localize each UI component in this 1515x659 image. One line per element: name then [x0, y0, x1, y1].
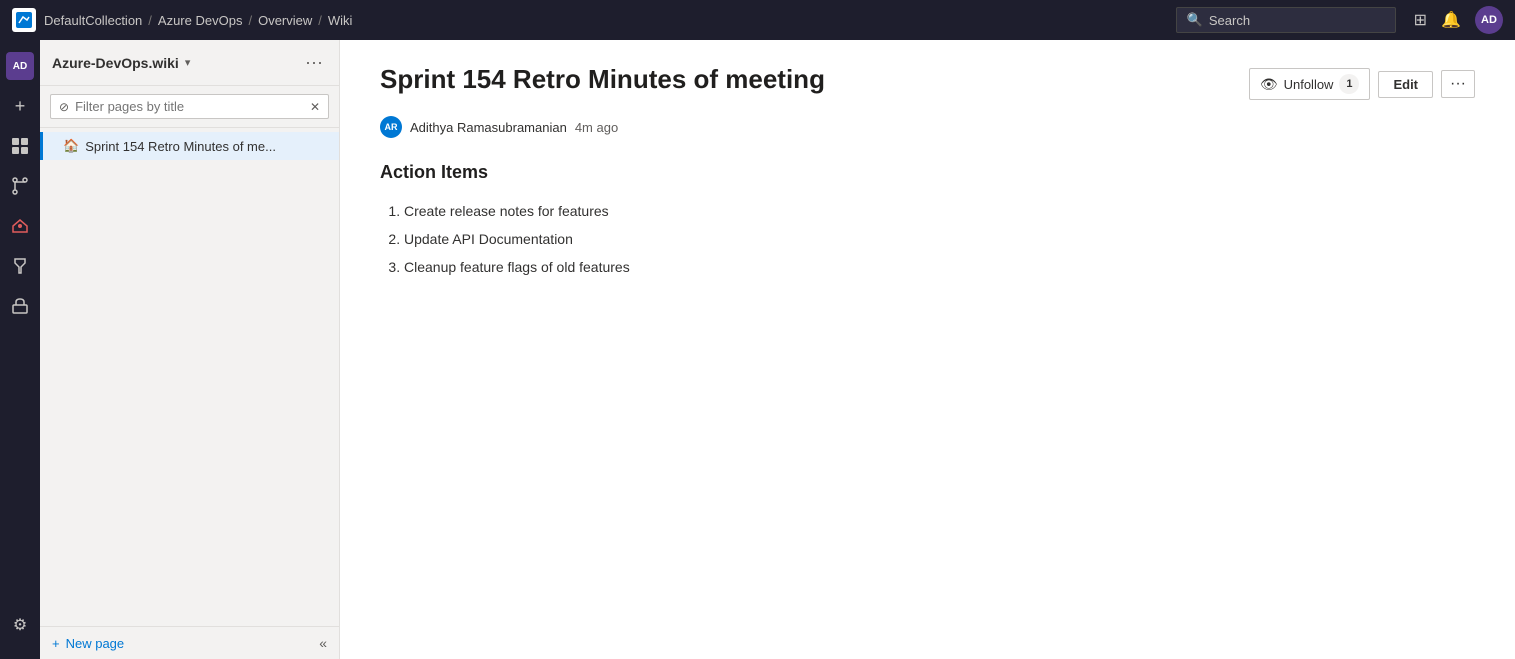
- tree-item-label: Sprint 154 Retro Minutes of me...: [85, 139, 276, 154]
- section-title: Action Items: [380, 162, 1475, 183]
- main-content: Sprint 154 Retro Minutes of meeting 👁 Un…: [340, 40, 1515, 659]
- rail-item-add[interactable]: +: [2, 88, 38, 124]
- rail-logo-ad: AD: [6, 52, 34, 80]
- collapse-sidebar-button[interactable]: «: [319, 635, 327, 651]
- edit-button[interactable]: Edit: [1378, 71, 1433, 98]
- wiki-title-row[interactable]: Azure-DevOps.wiki ▾: [52, 55, 190, 71]
- content-section: Action Items Create release notes for fe…: [380, 162, 1475, 281]
- list-item: Cleanup feature flags of old features: [404, 253, 1475, 281]
- list-item: Create release notes for features: [404, 197, 1475, 225]
- boards-icon: [11, 137, 29, 155]
- top-nav-icons: ⊞ 🔔 AD: [1414, 6, 1503, 34]
- testplans-icon: [11, 257, 29, 275]
- sidebar-footer: + New page «: [40, 626, 339, 659]
- tree-item-sprint[interactable]: 🏠 Sprint 154 Retro Minutes of me...: [40, 132, 339, 160]
- breadcrumb-overview[interactable]: Overview: [258, 13, 312, 28]
- search-placeholder: Search: [1209, 13, 1250, 28]
- wiki-chevron-icon: ▾: [185, 56, 191, 69]
- repos-icon: [11, 177, 29, 195]
- sidebar-header: Azure-DevOps.wiki ▾ ···: [40, 40, 339, 86]
- action-items-list: Create release notes for features Update…: [404, 197, 1475, 281]
- notification-icon[interactable]: 🔔: [1441, 10, 1461, 30]
- pipelines-icon: [11, 217, 29, 235]
- page-home-icon: 🏠: [63, 138, 79, 154]
- icon-rail: AD +: [0, 40, 40, 659]
- rail-item-repos[interactable]: [2, 168, 38, 204]
- rail-item-boards[interactable]: [2, 128, 38, 164]
- rail-item-artifacts[interactable]: [2, 288, 38, 324]
- breadcrumb: DefaultCollection / Azure DevOps / Overv…: [44, 13, 352, 28]
- rail-item-logo[interactable]: AD: [2, 48, 38, 84]
- list-item: Update API Documentation: [404, 225, 1475, 253]
- filter-pages-input[interactable]: [75, 99, 304, 114]
- filter-input-wrap[interactable]: ⊘ ✕: [50, 94, 329, 119]
- page-header-row: Sprint 154 Retro Minutes of meeting 👁 Un…: [380, 64, 1475, 100]
- main-layout: AD +: [0, 40, 1515, 659]
- follow-count-badge: 1: [1339, 74, 1359, 94]
- top-nav: DefaultCollection / Azure DevOps / Overv…: [0, 0, 1515, 40]
- unfollow-eye-icon: 👁: [1260, 76, 1278, 93]
- add-icon: +: [15, 96, 26, 117]
- page-title: Sprint 154 Retro Minutes of meeting: [380, 64, 825, 95]
- new-page-label: New page: [66, 636, 125, 651]
- rail-item-settings[interactable]: ⚙: [2, 607, 38, 643]
- time-ago: 4m ago: [575, 120, 618, 135]
- unfollow-button[interactable]: 👁 Unfollow 1: [1249, 68, 1371, 100]
- author-avatar: AR: [380, 116, 402, 138]
- breadcrumb-azure-devops[interactable]: Azure DevOps: [158, 13, 243, 28]
- breadcrumb-default-collection[interactable]: DefaultCollection: [44, 13, 142, 28]
- add-page-icon: +: [52, 636, 60, 651]
- grid-icon[interactable]: ⊞: [1414, 10, 1427, 30]
- author-name: Adithya Ramasubramanian: [410, 120, 567, 135]
- author-row: AR Adithya Ramasubramanian 4m ago: [380, 116, 1475, 138]
- rail-item-testplans[interactable]: [2, 248, 38, 284]
- filter-icon: ⊘: [59, 100, 69, 114]
- more-options-button[interactable]: ···: [1441, 70, 1475, 98]
- page-actions: 👁 Unfollow 1 Edit ···: [1249, 68, 1475, 100]
- breadcrumb-wiki[interactable]: Wiki: [328, 13, 353, 28]
- artifacts-icon: [11, 297, 29, 315]
- user-avatar[interactable]: AD: [1475, 6, 1503, 34]
- new-page-button[interactable]: + New page: [52, 636, 124, 651]
- devops-logo[interactable]: [12, 8, 36, 32]
- wiki-title: Azure-DevOps.wiki: [52, 55, 179, 71]
- filter-clear-icon[interactable]: ✕: [310, 100, 320, 114]
- wiki-sidebar: Azure-DevOps.wiki ▾ ··· ⊘ ✕ 🏠 Sprint 154…: [40, 40, 340, 659]
- unfollow-label: Unfollow: [1284, 77, 1334, 92]
- rail-bottom: ⚙: [2, 607, 38, 651]
- settings-icon: ⚙: [13, 615, 27, 635]
- search-icon: 🔍: [1187, 12, 1203, 28]
- search-box[interactable]: 🔍 Search: [1176, 7, 1396, 33]
- filter-row: ⊘ ✕: [40, 86, 339, 128]
- rail-item-pipelines[interactable]: [2, 208, 38, 244]
- sidebar-tree: 🏠 Sprint 154 Retro Minutes of me...: [40, 128, 339, 626]
- sidebar-more-button[interactable]: ···: [301, 50, 327, 75]
